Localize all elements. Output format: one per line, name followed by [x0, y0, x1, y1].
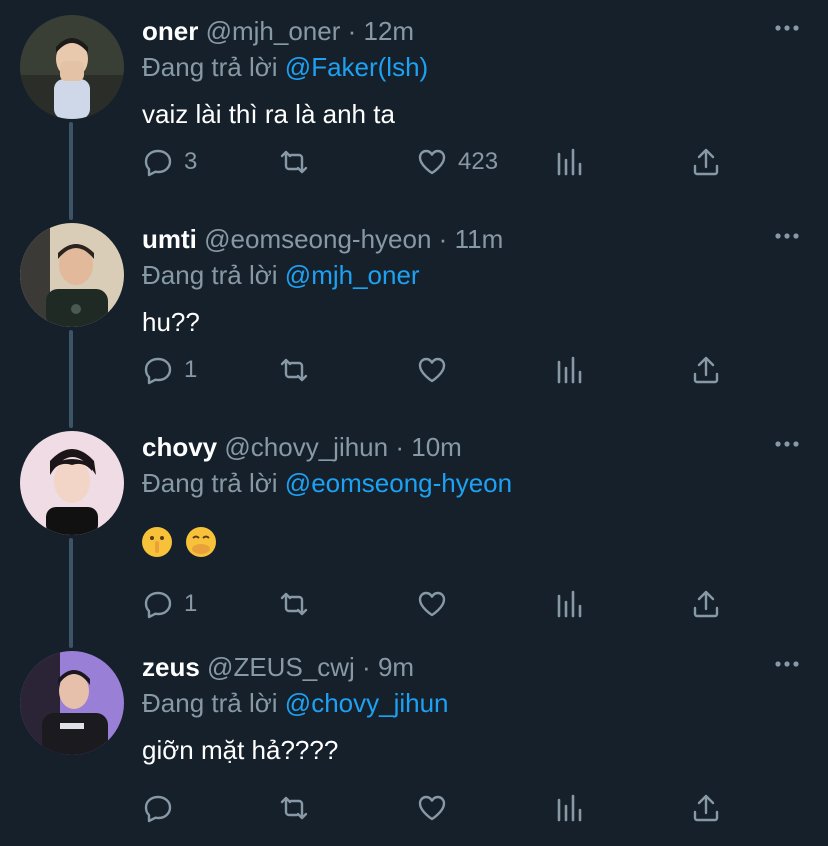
more-options-icon[interactable] — [774, 226, 800, 246]
timestamp[interactable]: 9m — [378, 652, 414, 682]
separator-dot: · — [438, 224, 448, 254]
tweet-text — [142, 522, 230, 558]
heart-icon — [418, 149, 446, 175]
heart-icon — [418, 795, 446, 821]
reply-button[interactable]: 1 — [142, 584, 197, 624]
reply-icon — [144, 591, 172, 619]
separator-dot: · — [395, 432, 405, 462]
tweet-text: vaiz lài thì ra là anh ta — [142, 99, 395, 129]
tweet-text: giỡn mặt hả???? — [142, 735, 339, 765]
display-name[interactable]: umti — [142, 224, 197, 254]
reply-button[interactable] — [142, 788, 184, 828]
more-options-icon[interactable] — [774, 654, 800, 674]
retweet-button[interactable] — [278, 350, 320, 390]
heart-icon — [418, 591, 446, 617]
reply-mention-link[interactable]: @mjh_oner — [285, 260, 420, 290]
analytics-button[interactable] — [554, 350, 586, 390]
user-handle[interactable]: @eomseong-hyeon — [204, 224, 431, 254]
reply-context: Đang trả lời @Faker(lsh) — [142, 50, 428, 84]
share-button[interactable] — [690, 142, 722, 182]
tweet-actions — [142, 788, 742, 828]
reply-context: Đang trả lời @eomseong-hyeon — [142, 466, 512, 500]
reply-icon — [144, 795, 172, 823]
user-handle[interactable]: @chovy_jihun — [224, 432, 388, 462]
retweet-button[interactable] — [278, 584, 320, 624]
reply-prefix: Đang trả lời — [142, 688, 278, 718]
heart-icon — [418, 357, 446, 383]
tweet-header: zeus @ZEUS_cwj · 9m — [142, 650, 414, 684]
analytics-icon — [557, 356, 582, 384]
reply-prefix: Đang trả lời — [142, 52, 278, 82]
share-icon — [693, 148, 719, 176]
share-button[interactable] — [690, 788, 722, 828]
share-button[interactable] — [690, 584, 722, 624]
reply-mention-link[interactable]: @Faker(lsh) — [285, 52, 428, 82]
tweet-text: hu?? — [142, 307, 200, 337]
more-options-icon[interactable] — [774, 434, 800, 454]
like-button[interactable] — [416, 788, 458, 828]
timestamp[interactable]: 12m — [364, 16, 415, 46]
tweet-header: oner @mjh_oner · 12m — [142, 14, 414, 48]
reply-count: 1 — [184, 356, 198, 383]
like-button[interactable]: 423 — [416, 142, 498, 182]
tweet-actions: 1 — [142, 584, 742, 624]
tweet-actions: 3 423 — [142, 142, 742, 182]
reply-prefix: Đang trả lời — [142, 468, 278, 498]
reply-count: 1 — [184, 590, 198, 617]
separator-dot: · — [347, 16, 357, 46]
share-button[interactable] — [690, 350, 722, 390]
avatar[interactable] — [20, 651, 124, 755]
reply-mention-link[interactable]: @eomseong-hyeon — [285, 468, 512, 498]
tweet[interactable]: oner @mjh_oner · 12m Đang trả lời @Faker… — [0, 0, 828, 210]
retweet-icon — [280, 592, 308, 616]
tweet-header: umti @eomseong-hyeon · 11m — [142, 222, 503, 256]
retweet-icon — [280, 796, 308, 820]
share-icon — [693, 794, 719, 822]
separator-dot: · — [362, 652, 371, 682]
tweet-header: chovy @chovy_jihun · 10m — [142, 430, 462, 464]
like-button[interactable] — [416, 584, 458, 624]
reply-button[interactable]: 1 — [142, 350, 197, 390]
tweet[interactable]: umti @eomseong-hyeon · 11m Đang trả lời … — [0, 208, 828, 418]
tweet-actions: 1 — [142, 350, 742, 390]
retweet-button[interactable] — [278, 788, 320, 828]
analytics-button[interactable] — [554, 788, 586, 828]
reply-context: Đang trả lời @chovy_jihun — [142, 686, 449, 720]
like-button[interactable] — [416, 350, 458, 390]
analytics-icon — [557, 590, 582, 618]
analytics-icon — [557, 148, 582, 176]
avatar[interactable] — [20, 223, 124, 327]
avatar[interactable] — [20, 431, 124, 535]
display-name[interactable]: chovy — [142, 432, 217, 462]
analytics-button[interactable] — [554, 142, 586, 182]
timestamp[interactable]: 10m — [411, 432, 462, 462]
reply-prefix: Đang trả lời — [142, 260, 278, 290]
display-name[interactable]: oner — [142, 16, 198, 46]
reply-icon — [144, 357, 172, 385]
retweet-icon — [280, 150, 308, 174]
avatar[interactable] — [20, 15, 124, 119]
reply-button[interactable]: 3 — [142, 142, 197, 182]
reply-count: 3 — [184, 148, 198, 175]
analytics-button[interactable] — [554, 584, 586, 624]
timestamp[interactable]: 11m — [455, 224, 504, 254]
user-handle[interactable]: @mjh_oner — [206, 16, 341, 46]
hand-over-mouth-emoji — [186, 527, 216, 558]
reply-icon — [144, 149, 172, 177]
shushing-face-emoji — [142, 527, 172, 558]
tweet[interactable]: chovy @chovy_jihun · 10m Đang trả lời @e… — [0, 416, 828, 626]
analytics-icon — [557, 794, 582, 822]
user-handle[interactable]: @ZEUS_cwj — [207, 652, 355, 682]
display-name[interactable]: zeus — [142, 652, 200, 682]
share-icon — [693, 590, 719, 618]
reply-mention-link[interactable]: @chovy_jihun — [285, 688, 449, 718]
retweet-button[interactable] — [278, 142, 320, 182]
share-icon — [693, 356, 719, 384]
reply-context: Đang trả lời @mjh_oner — [142, 258, 420, 292]
tweet[interactable]: zeus @ZEUS_cwj · 9m Đang trả lời @chovy_… — [0, 636, 828, 846]
like-count: 423 — [458, 148, 499, 175]
retweet-icon — [280, 358, 308, 382]
more-options-icon[interactable] — [774, 18, 800, 38]
